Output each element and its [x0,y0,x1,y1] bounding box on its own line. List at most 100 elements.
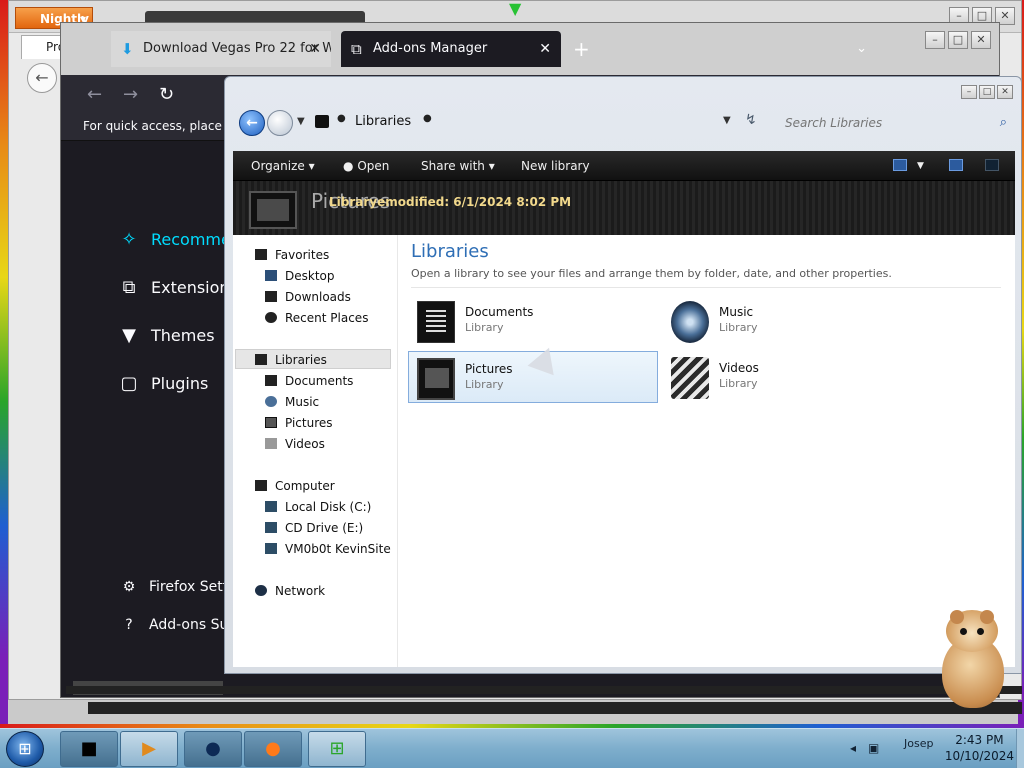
tree-music[interactable]: Music [265,392,319,412]
libraries-icon: ■ [80,738,98,759]
forward-arrow-icon[interactable]: → [123,75,138,115]
forward-arrow-icon[interactable] [267,110,293,136]
tree-label: Pictures [285,416,333,430]
windows-logo-icon: ⊞ [18,739,32,758]
tree-local-disk[interactable]: Local Disk (C:) [265,497,371,517]
taskbar-explorer-button[interactable]: ■ [60,731,118,767]
new-tab-plus-icon[interactable]: + [573,31,590,67]
clock[interactable]: 2:43 PM 10/10/2024 [945,732,1014,764]
tree-label: Documents [285,374,354,388]
minimize-icon[interactable]: – [961,85,977,99]
library-type: Library [719,377,758,390]
tree-computer[interactable]: Computer [255,476,335,496]
tree-libraries[interactable]: Libraries [255,350,327,370]
preview-pane-icon[interactable] [949,159,963,171]
tree-label: Music [285,395,320,409]
breadcrumb-libraries[interactable]: Libraries [355,114,411,129]
taskbar-media-player-button[interactable]: ▶ [120,731,178,767]
breadcrumb-separator-icon[interactable]: ● [423,113,432,124]
show-hidden-icons-icon[interactable]: ◂ [850,741,856,755]
category-label: Plugins [151,374,209,393]
open-icon: ● [343,159,354,173]
list-tabs-chevron-icon[interactable]: ⌄ [856,31,867,67]
tree-cd-drive[interactable]: CD Drive (E:) [265,518,363,538]
library-music[interactable]: Music Library [663,295,913,347]
share-with-button[interactable]: Share with ▾ [421,151,495,181]
firefox-window-controls: – □ ✕ [925,31,991,49]
tree-downloads[interactable]: Downloads [265,287,351,307]
search-input[interactable] [779,110,1013,136]
recent-pages-chevron-icon[interactable]: ▼ [297,116,305,127]
maximize-icon[interactable]: □ [979,85,995,99]
close-icon[interactable]: ✕ [539,31,551,67]
library-pictures[interactable]: Pictures Library [408,351,658,403]
breadcrumb-separator-icon[interactable]: ● [337,113,346,124]
tree-recent-places[interactable]: Recent Places [265,308,368,328]
firefox-settings-link[interactable]: ⚙ Firefox Setti [119,579,232,595]
details-pane: Pictures Libraryemodified: 6/1/2024 8:02… [233,181,1015,235]
libraries-subheading: Open a library to see your files and arr… [411,267,892,280]
change-view-icon[interactable] [893,159,907,171]
search-icon[interactable]: ⌕ [1000,115,1007,130]
firefox-tabstrip: ⬇ Download Vegas Pro 22 for Wi ✕ ⧉ Add-o… [61,23,999,75]
category-extensions[interactable]: ⧉ Extensions [117,277,238,298]
organize-button[interactable]: Organize ▾ [251,151,315,181]
open-label: Open [357,159,390,173]
desktop-edge-left [0,0,8,730]
reload-icon[interactable]: ↻ [159,75,174,115]
library-documents[interactable]: Documents Library [409,295,659,347]
library-type: Library [465,378,504,391]
tree-network[interactable]: Network [255,581,325,601]
tree-documents[interactable]: Documents [265,371,353,391]
category-themes[interactable]: ▼ Themes [117,325,214,346]
refresh-icon[interactable]: ↯ [745,112,757,128]
back-arrow-icon[interactable]: ← [27,63,57,93]
clock-date: 10/10/2024 [944,749,1014,763]
network-icon [255,585,267,596]
start-button[interactable]: ⊞ [6,731,44,767]
hamster-ear [950,610,964,624]
library-type: Library [719,321,758,334]
network-drive-icon [265,543,277,554]
taskbar-firefox-button[interactable]: ● [244,731,302,767]
open-button[interactable]: ● Open [343,151,389,181]
close-icon[interactable]: ✕ [971,31,991,49]
taskbar-globe-button[interactable]: ● [184,731,242,767]
category-recommendations[interactable]: ✧ Recommen [117,229,241,250]
show-desktop-button[interactable] [1016,729,1024,768]
bookmarks-hint: For quick access, place you [83,119,248,133]
search-box: ⌕ [779,110,1013,136]
firefox-icon: ● [265,738,281,759]
network-status-icon[interactable]: ▣ [868,741,879,755]
tree-videos[interactable]: Videos [265,434,325,454]
maximize-icon[interactable]: □ [948,31,968,49]
tab-addons-manager[interactable]: ⧉ Add-ons Manager ✕ [341,31,561,67]
videos-icon [265,438,277,449]
tree-label: Recent Places [285,311,369,325]
tree-desktop[interactable]: Desktop [265,266,335,286]
back-arrow-icon[interactable]: ← [239,110,265,136]
back-arrow-icon[interactable]: ← [87,75,102,115]
close-icon[interactable]: ✕ [309,31,321,67]
nav-pane-divider[interactable] [397,235,398,667]
library-videos[interactable]: Videos Library [663,351,913,403]
tree-network-drive[interactable]: VM0b0t KevinSite [265,539,391,559]
category-plugins[interactable]: ▢ Plugins [117,373,208,394]
new-library-label: New library [521,159,590,173]
tree-favorites[interactable]: Favorites [255,245,329,265]
minimize-icon[interactable]: – [925,31,945,49]
tab-vegas-download[interactable]: ⬇ Download Vegas Pro 22 for Wi ✕ [111,31,331,67]
addons-support-link[interactable]: ? Add-ons Sup [119,617,237,633]
libraries-icon [255,354,267,365]
view-options-chevron-icon[interactable]: ▼ [917,151,924,181]
close-icon[interactable]: ✕ [997,85,1013,99]
taskbar-windows-button[interactable]: ⊞ [308,731,366,767]
tree-pictures[interactable]: Pictures [265,413,333,433]
windows-flag-icon: ⊞ [329,738,345,759]
command-bar: Organize ▾ ● Open Share with ▾ New libra… [233,151,1015,181]
address-dropdown-icon[interactable]: ▼ [723,115,731,126]
tree-label: Local Disk (C:) [285,500,372,514]
help-icon[interactable] [985,159,999,171]
new-library-button[interactable]: New library [521,151,590,181]
downloads-icon [265,291,277,302]
